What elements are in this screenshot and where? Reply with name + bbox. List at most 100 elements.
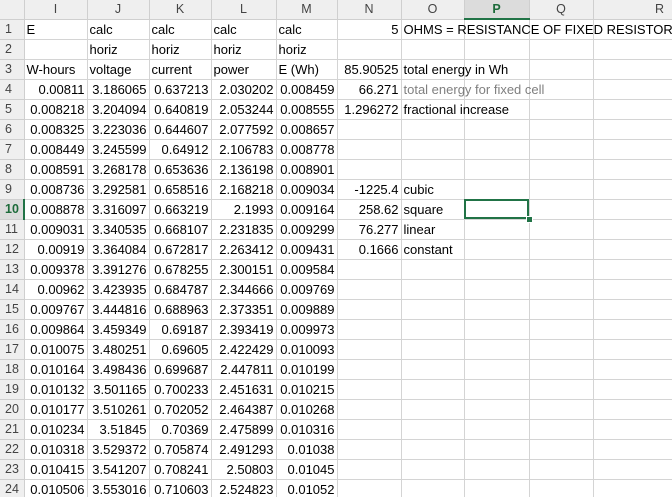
cell-n14[interactable] [337, 279, 402, 300]
cell-q23[interactable] [529, 459, 594, 480]
cell-l20[interactable]: 2.464387 [211, 399, 277, 420]
cell-n23[interactable] [337, 459, 402, 480]
cell-o4[interactable]: total energy for fixed cell [401, 79, 544, 100]
cell-i20[interactable]: 0.010177 [24, 399, 88, 420]
cell-r11[interactable] [593, 219, 672, 240]
cell-l22[interactable]: 2.491293 [211, 439, 277, 460]
cell-j16[interactable]: 3.459349 [87, 319, 150, 340]
column-header-l[interactable]: L [211, 0, 277, 20]
cell-n4[interactable]: 66.271 [337, 79, 402, 100]
cell-k13[interactable]: 0.678255 [149, 259, 212, 280]
cell-p7[interactable] [464, 139, 530, 160]
column-header-m[interactable]: M [276, 0, 338, 20]
cell-j3[interactable]: voltage [87, 59, 150, 80]
cell-n13[interactable] [337, 259, 402, 280]
spreadsheet-grid[interactable]: IJKLMNOPQR 1 Ecalc calc calc calc 5 OHMS = RES… [0, 0, 672, 497]
cell-i14[interactable]: 0.00962 [24, 279, 88, 300]
cell-o23[interactable] [401, 459, 465, 480]
cell-o15[interactable] [401, 299, 465, 320]
cell-m4[interactable]: 0.008459 [276, 79, 338, 100]
cell-k9[interactable]: 0.658516 [149, 179, 212, 200]
cell-m6[interactable]: 0.008657 [276, 119, 338, 140]
cell-p6[interactable] [464, 119, 530, 140]
cell-l3[interactable]: power [211, 59, 277, 80]
cell-l12[interactable]: 2.263412 [211, 239, 277, 260]
cell-n2[interactable] [337, 39, 402, 60]
cell-n7[interactable] [337, 139, 402, 160]
cell-o20[interactable] [401, 399, 465, 420]
column-header-p[interactable]: P [464, 0, 530, 20]
cell-o1[interactable]: OHMS = RESISTANCE OF FIXED RESISTOR [401, 19, 672, 40]
cell-o16[interactable] [401, 319, 465, 340]
cell-r12[interactable] [593, 239, 672, 260]
row-header[interactable]: 18 [0, 359, 25, 380]
row-header[interactable]: 17 [0, 339, 25, 360]
cell-m5[interactable]: 0.008555 [276, 99, 338, 120]
cell-n10[interactable]: 258.62 [337, 199, 402, 220]
cell-i12[interactable]: 0.00919 [24, 239, 88, 260]
cell-m19[interactable]: 0.010215 [276, 379, 338, 400]
cell-q22[interactable] [529, 439, 594, 460]
cell-k16[interactable]: 0.69187 [149, 319, 212, 340]
cell-q24[interactable] [529, 479, 594, 497]
cell-p20[interactable] [464, 399, 530, 420]
cell-q3[interactable] [529, 59, 594, 80]
cell-i22[interactable]: 0.010318 [24, 439, 88, 460]
cell-q12[interactable] [529, 239, 594, 260]
cell-n20[interactable] [337, 399, 402, 420]
cell-r18[interactable] [593, 359, 672, 380]
cell-i17[interactable]: 0.010075 [24, 339, 88, 360]
cell-k22[interactable]: 0.705874 [149, 439, 212, 460]
cell-j21[interactable]: 3.51845 [87, 419, 150, 440]
cell-r24[interactable] [593, 479, 672, 497]
cell-l17[interactable]: 2.422429 [211, 339, 277, 360]
cell-k7[interactable]: 0.64912 [149, 139, 212, 160]
cell-n16[interactable] [337, 319, 402, 340]
cell-n18[interactable] [337, 359, 402, 380]
cell-o22[interactable] [401, 439, 465, 460]
row-header[interactable]: 11 [0, 219, 25, 240]
column-header-r[interactable]: R [593, 0, 672, 20]
cell-o9[interactable]: cubic [401, 179, 465, 200]
cell-m18[interactable]: 0.010199 [276, 359, 338, 380]
cell-p2[interactable] [464, 39, 530, 60]
cell-n19[interactable] [337, 379, 402, 400]
cell-l2[interactable]: horiz [211, 39, 277, 60]
cell-j1[interactable]: calc [87, 19, 150, 40]
cell-k10[interactable]: 0.663219 [149, 199, 212, 220]
cell-q15[interactable] [529, 299, 594, 320]
row-header[interactable]: 3 [0, 59, 25, 80]
cell-l9[interactable]: 2.168218 [211, 179, 277, 200]
cell-r7[interactable] [593, 139, 672, 160]
cell-l11[interactable]: 2.231835 [211, 219, 277, 240]
cell-n17[interactable] [337, 339, 402, 360]
cell-k21[interactable]: 0.70369 [149, 419, 212, 440]
row-header[interactable]: 7 [0, 139, 25, 160]
cell-k1[interactable]: calc [149, 19, 212, 40]
cell-l23[interactable]: 2.50803 [211, 459, 277, 480]
cell-l8[interactable]: 2.136198 [211, 159, 277, 180]
cell-p18[interactable] [464, 359, 530, 380]
cell-m11[interactable]: 0.009299 [276, 219, 338, 240]
cell-n5[interactable]: 1.296272 [337, 99, 402, 120]
cell-j20[interactable]: 3.510261 [87, 399, 150, 420]
cell-q10[interactable] [529, 199, 594, 220]
cell-i9[interactable]: 0.008736 [24, 179, 88, 200]
cell-l4[interactable]: 2.030202 [211, 79, 277, 100]
cell-j10[interactable]: 3.316097 [87, 199, 150, 220]
cell-n6[interactable] [337, 119, 402, 140]
cell-i6[interactable]: 0.008325 [24, 119, 88, 140]
cell-o10[interactable]: square [401, 199, 465, 220]
cell-q20[interactable] [529, 399, 594, 420]
cell-o21[interactable] [401, 419, 465, 440]
cell-l6[interactable]: 2.077592 [211, 119, 277, 140]
cell-q5[interactable] [529, 99, 594, 120]
cell-p24[interactable] [464, 479, 530, 497]
row-header[interactable]: 9 [0, 179, 25, 200]
cell-m22[interactable]: 0.01038 [276, 439, 338, 460]
column-header-k[interactable]: K [149, 0, 212, 20]
cell-p12[interactable] [464, 239, 530, 260]
cell-p21[interactable] [464, 419, 530, 440]
cell-m21[interactable]: 0.010316 [276, 419, 338, 440]
cell-r23[interactable] [593, 459, 672, 480]
